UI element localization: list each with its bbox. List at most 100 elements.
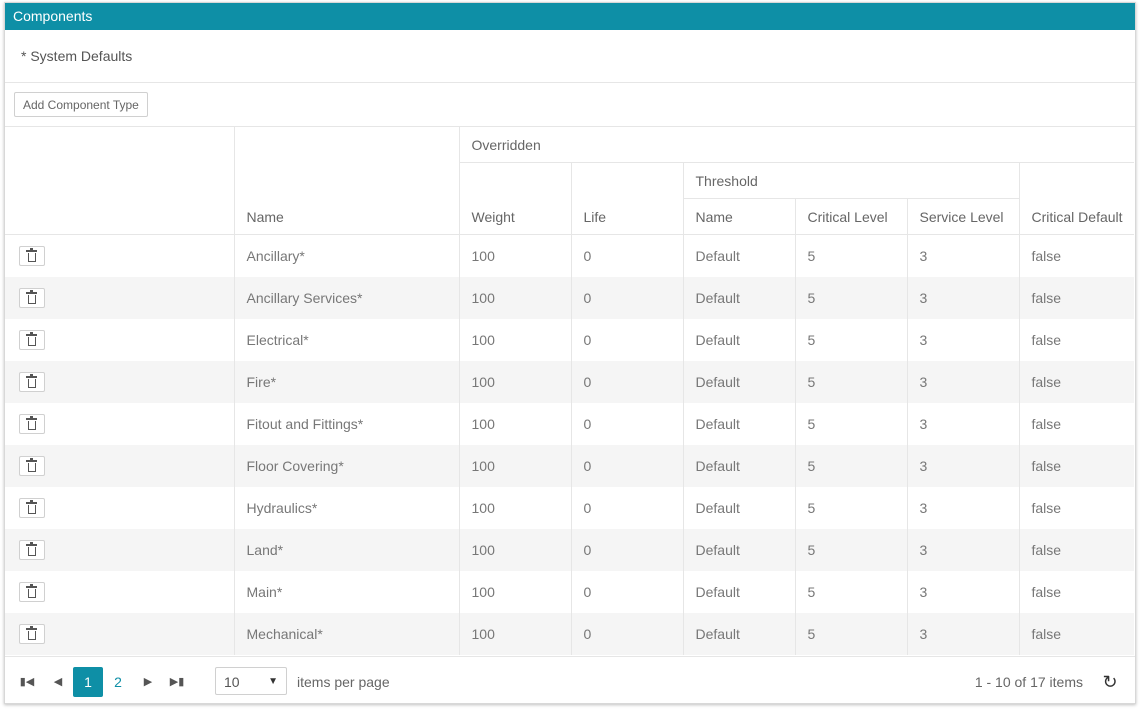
critical-default-header[interactable]: Critical Default <box>1018 162 1135 235</box>
threshold-name-cell: Default <box>682 487 795 529</box>
trash-icon <box>26 626 37 640</box>
table-row: Floor Covering* 100 0 Default 5 3 false <box>5 445 1135 487</box>
weight-cell: 100 <box>458 487 571 529</box>
critical-level-cell: 5 <box>794 403 907 445</box>
critical-default-cell: false <box>1018 403 1135 445</box>
overridden-header: Overridden <box>458 127 1135 163</box>
critical-level-cell: 5 <box>794 319 907 361</box>
service-level-header[interactable]: Service Level <box>906 198 1019 235</box>
actions-header <box>5 127 234 235</box>
threshold-name-cell: Default <box>682 529 795 571</box>
trash-icon <box>26 458 37 472</box>
weight-header[interactable]: Weight <box>458 162 571 235</box>
delete-button[interactable] <box>19 582 45 602</box>
delete-button[interactable] <box>19 288 45 308</box>
critical-default-cell: false <box>1018 361 1135 403</box>
critical-level-cell: 5 <box>794 613 907 655</box>
delete-button[interactable] <box>19 540 45 560</box>
toolbar: Add Component Type <box>5 83 1135 127</box>
table-row: Electrical* 100 0 Default 5 3 false <box>5 319 1135 361</box>
first-page-icon[interactable]: ▮◀ <box>19 667 35 697</box>
trash-icon <box>26 542 37 556</box>
threshold-name-cell: Default <box>682 319 795 361</box>
table-row: Ancillary Services* 100 0 Default 5 3 fa… <box>5 277 1135 319</box>
delete-button[interactable] <box>19 498 45 518</box>
table-row: Land* 100 0 Default 5 3 false <box>5 529 1135 571</box>
service-level-cell: 3 <box>906 571 1019 613</box>
critical-level-cell: 5 <box>794 234 907 277</box>
trash-icon <box>26 248 37 262</box>
page-2-button[interactable]: 2 <box>103 667 133 697</box>
component-name: Land* <box>233 529 459 571</box>
trash-icon <box>26 374 37 388</box>
service-level-cell: 3 <box>906 277 1019 319</box>
table-row: Main* 100 0 Default 5 3 false <box>5 571 1135 613</box>
next-page-icon[interactable]: ▶ <box>141 667 155 697</box>
threshold-name-cell: Default <box>682 361 795 403</box>
critical-default-cell: false <box>1018 234 1135 277</box>
life-cell: 0 <box>570 613 683 655</box>
critical-level-cell: 5 <box>794 571 907 613</box>
threshold-name-cell: Default <box>682 277 795 319</box>
life-cell: 0 <box>570 277 683 319</box>
prev-page-icon[interactable]: ◀ <box>51 667 65 697</box>
life-header[interactable]: Life <box>570 162 683 235</box>
service-level-cell: 3 <box>906 403 1019 445</box>
critical-default-cell: false <box>1018 571 1135 613</box>
component-name: Fitout and Fittings* <box>233 403 459 445</box>
delete-button[interactable] <box>19 330 45 350</box>
delete-button[interactable] <box>19 456 45 476</box>
page-1-button[interactable]: 1 <box>73 667 103 697</box>
delete-button[interactable] <box>19 246 45 266</box>
weight-cell: 100 <box>458 529 571 571</box>
delete-button[interactable] <box>19 372 45 392</box>
trash-icon <box>26 332 37 346</box>
service-level-cell: 3 <box>906 613 1019 655</box>
life-cell: 0 <box>570 487 683 529</box>
page-size-value: 10 <box>224 674 240 690</box>
name-header[interactable]: Name <box>233 127 459 235</box>
items-per-page-label: items per page <box>297 674 390 690</box>
threshold-name-cell: Default <box>682 445 795 487</box>
delete-button[interactable] <box>19 414 45 434</box>
weight-cell: 100 <box>458 403 571 445</box>
threshold-name-cell: Default <box>682 234 795 277</box>
weight-cell: 100 <box>458 445 571 487</box>
life-cell: 0 <box>570 571 683 613</box>
weight-cell: 100 <box>458 613 571 655</box>
table-row: Mechanical* 100 0 Default 5 3 false <box>5 613 1135 655</box>
critical-level-cell: 5 <box>794 529 907 571</box>
service-level-cell: 3 <box>906 361 1019 403</box>
critical-default-cell: false <box>1018 487 1135 529</box>
component-name: Floor Covering* <box>233 445 459 487</box>
critical-default-cell: false <box>1018 529 1135 571</box>
life-cell: 0 <box>570 234 683 277</box>
chevron-down-icon: ▼ <box>268 676 278 687</box>
component-name: Hydraulics* <box>233 487 459 529</box>
delete-button[interactable] <box>19 624 45 644</box>
component-name: Electrical* <box>233 319 459 361</box>
trash-icon <box>26 290 37 304</box>
weight-cell: 100 <box>458 361 571 403</box>
critical-level-cell: 5 <box>794 445 907 487</box>
component-name: Mechanical* <box>233 613 459 655</box>
component-name: Fire* <box>233 361 459 403</box>
critical-default-cell: false <box>1018 613 1135 655</box>
trash-icon <box>26 416 37 430</box>
components-table: Name Overridden Weight Life Threshold Cr… <box>5 127 1135 655</box>
threshold-name-cell: Default <box>682 403 795 445</box>
page-size-select[interactable]: 10 ▼ <box>215 667 287 695</box>
critical-level-cell: 5 <box>794 487 907 529</box>
threshold-name-header[interactable]: Name <box>682 198 795 235</box>
life-cell: 0 <box>570 361 683 403</box>
critical-level-header[interactable]: Critical Level <box>794 198 907 235</box>
threshold-name-cell: Default <box>682 571 795 613</box>
refresh-icon[interactable]: ↻ <box>1099 671 1121 693</box>
pagination: ▮◀ ◀ 1 2 ▶ ▶▮ 10 ▼ items per page 1 - 10… <box>5 656 1135 703</box>
critical-default-cell: false <box>1018 277 1135 319</box>
trash-icon <box>26 500 37 514</box>
last-page-icon[interactable]: ▶▮ <box>169 667 185 697</box>
add-component-type-button[interactable]: Add Component Type <box>14 92 148 117</box>
panel-title: Components <box>5 3 1135 30</box>
life-cell: 0 <box>570 319 683 361</box>
